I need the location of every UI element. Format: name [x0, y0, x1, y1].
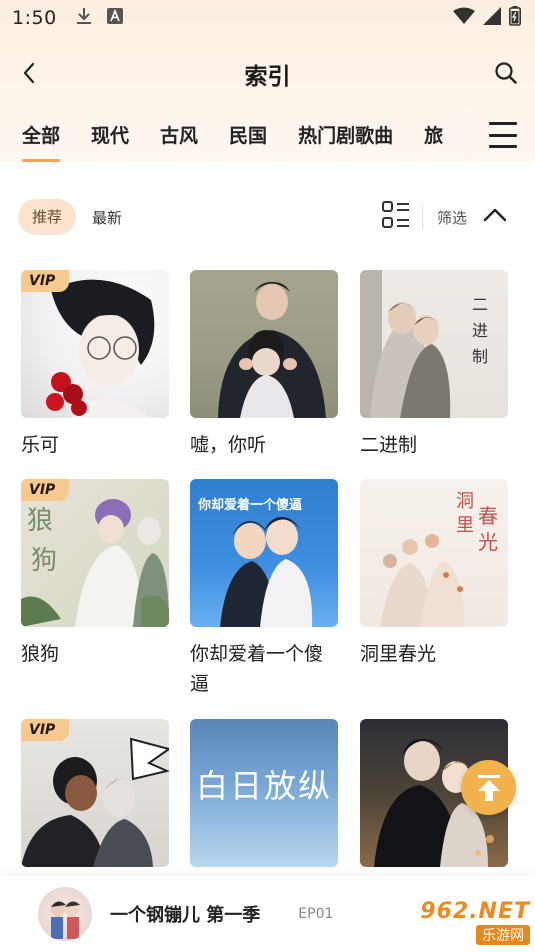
- vip-badge: VIP: [21, 270, 69, 292]
- drama-card[interactable]: VIP 乐可: [21, 270, 169, 460]
- drama-card[interactable]: 狼 狗 VIP 狼狗: [21, 479, 169, 669]
- filter-label[interactable]: 筛选: [437, 207, 467, 228]
- filter-divider: [421, 205, 423, 229]
- chevron-left-icon: [23, 62, 35, 84]
- watermark-bottom: 乐游网: [476, 925, 530, 945]
- drama-card[interactable]: 二 进 制 二进制: [360, 270, 508, 460]
- search-button[interactable]: [491, 58, 521, 88]
- battery-icon: [509, 6, 521, 30]
- cover-image[interactable]: VIP: [21, 270, 169, 418]
- vip-badge: VIP: [21, 479, 69, 501]
- wifi-icon: [453, 7, 475, 29]
- grid-list-icon[interactable]: [381, 201, 410, 233]
- chevron-up-icon[interactable]: [483, 207, 507, 227]
- svg-text:春: 春: [478, 504, 498, 528]
- svg-text:你却爱着一个傻逼: 你却爱着一个傻逼: [197, 497, 302, 513]
- download-icon: [75, 6, 93, 30]
- hamburger-menu-icon[interactable]: [489, 122, 517, 148]
- drama-title[interactable]: 洞里春光: [360, 639, 508, 669]
- cover-image[interactable]: [190, 270, 338, 418]
- drama-title[interactable]: 狼狗: [21, 639, 169, 669]
- svg-text:洞: 洞: [456, 491, 474, 512]
- tab-travel[interactable]: 旅: [424, 110, 443, 162]
- svg-text:二: 二: [472, 295, 488, 314]
- watermark-top: 962.NET: [420, 899, 530, 924]
- drama-title[interactable]: 你却爱着一个傻逼: [190, 639, 338, 699]
- svg-text:制: 制: [472, 347, 488, 366]
- drama-title[interactable]: 二进制: [360, 430, 508, 460]
- cover-image[interactable]: 二 进 制: [360, 270, 508, 418]
- scroll-to-top-button[interactable]: [461, 760, 516, 815]
- svg-text:进: 进: [472, 321, 488, 340]
- tab-ancient[interactable]: 古风: [160, 110, 198, 162]
- font-icon: [106, 8, 123, 28]
- cover-image[interactable]: 狼 狗 VIP: [21, 479, 169, 627]
- drama-title[interactable]: 乐可: [21, 430, 169, 460]
- status-bar: 1:50: [0, 0, 535, 36]
- cover-text: 白日放纵: [195, 767, 332, 805]
- drama-card[interactable]: 洞 里 春 光 洞里春光: [360, 479, 508, 669]
- drama-title[interactable]: 嘘，你听: [190, 430, 338, 460]
- vip-badge: VIP: [21, 719, 69, 741]
- tabs-fade: [445, 110, 475, 162]
- cover-image[interactable]: 洞 里 春 光: [360, 479, 508, 627]
- tab-popular-songs[interactable]: 热门剧歌曲: [298, 110, 393, 162]
- cover-image[interactable]: 你却爱着一个傻逼: [190, 479, 338, 627]
- site-watermark: 962.NET 乐游网: [396, 896, 530, 948]
- back-button[interactable]: [14, 58, 44, 88]
- search-icon: [495, 62, 517, 84]
- tab-all[interactable]: 全部: [22, 110, 61, 162]
- tab-modern[interactable]: 现代: [91, 110, 129, 162]
- drama-card[interactable]: VIP: [21, 719, 169, 879]
- page-title: 索引: [244, 64, 291, 90]
- player-cover[interactable]: [38, 887, 92, 941]
- svg-text:光: 光: [478, 530, 498, 554]
- sort-latest[interactable]: 最新: [92, 207, 122, 228]
- drama-card[interactable]: 嘘，你听: [190, 270, 338, 460]
- svg-text:狗: 狗: [31, 546, 57, 576]
- top-navbar: 索引: [0, 44, 535, 104]
- svg-text:里: 里: [456, 515, 474, 536]
- player-title[interactable]: 一个钢镚儿 第一季: [110, 901, 260, 927]
- drama-card[interactable]: 白日放纵: [190, 719, 338, 879]
- cover-image[interactable]: 白日放纵: [190, 719, 338, 867]
- svg-text:狼: 狼: [27, 506, 53, 536]
- drama-card[interactable]: 你却爱着一个傻逼 你却爱着一个傻逼: [190, 479, 338, 699]
- sort-recommended[interactable]: 推荐: [18, 199, 77, 235]
- tab-republic[interactable]: 民国: [229, 110, 267, 162]
- signal-icon: [483, 7, 501, 29]
- cover-image[interactable]: VIP: [21, 719, 169, 867]
- status-time: 1:50: [12, 7, 57, 29]
- filter-bar: 推荐 最新 筛选: [0, 196, 535, 238]
- player-episode: EP01: [298, 906, 334, 922]
- scroll-to-top-icon: [477, 774, 500, 801]
